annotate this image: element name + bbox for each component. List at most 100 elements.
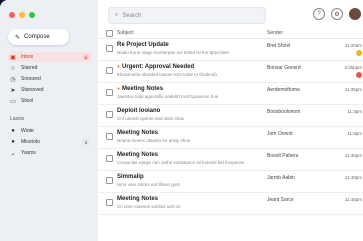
email-row[interactable]: Deploit looiano Cnt uneust upsnre and slo… [98,105,363,127]
label-item[interactable]: ⌄ Yasms [8,148,92,158]
email-sender: Jom Oonnit [267,131,293,137]
email-time: 11:40pm [344,153,362,158]
email-time: 11:8pm [347,131,362,136]
row-checkbox[interactable] [106,133,113,140]
avatar[interactable] [349,8,361,20]
label-dot-icon: ● [11,139,15,145]
nav-list: ▣ Inbox 6 ☆ Starred ◷ Snoozed ➤ Starsove… [8,52,92,107]
email-subject-cell: Meeting Notes Neana moees otanelo tor ans… [117,127,267,143]
email-sender: Bosolt Paheru [267,153,299,159]
email-subject: Simmalip [117,174,267,180]
window-controls [9,12,35,18]
mail-window: ✎ Compose ▣ Inbox 6 ☆ Starred ◷ Snoozed … [0,0,363,241]
nav-item-starred[interactable]: ☆ Starred [8,63,92,73]
nav-item-snoozed[interactable]: ◷ Snoozed [8,74,92,84]
nav-label: Inbox [21,54,34,60]
label-name: Miostoto [21,139,40,145]
email-subject-text: Deploit looiano [117,108,161,114]
email-preview: Elossiroerie shortted towow tsmt tonte t… [117,72,217,77]
email-subject-text: Re Project Update [117,42,169,48]
label-count-badge: 8 [83,139,89,145]
labels-heading: Lassis [10,116,25,122]
email-sender: Jarmb Aabin [267,175,295,181]
email-time: 2:30ppm [344,65,362,70]
email-subject-text: Meeting Notes [117,152,159,158]
label-name: Wiote [21,128,34,134]
top-actions: ? ⚙ [313,8,361,20]
email-preview: Jaesttoo tiopl agouraflo nedettrt tnott … [117,94,219,99]
email-time: 11:20am [344,43,362,48]
nav-label: Snoozed [21,76,41,82]
email-list: Subject Sender Re Project Update Nealo tr… [98,28,363,241]
email-row[interactable]: Meeting Notes Ceraoniiet tolege nun onthe… [98,149,363,171]
nav-label: Sliool [21,98,34,104]
email-row[interactable]: Meeting Notes Cn urve roaeses sorlstol so… [98,193,363,215]
email-sender: Jeant Sarce [267,197,294,203]
nav-item-sent[interactable]: ➤ Starsoved [8,85,92,95]
label-name: Yasms [21,150,36,156]
email-sender: Aerdemoftoma [267,87,300,93]
chevron-down-icon: ⌄ [10,150,16,157]
email-subject: ● Meeting Notes [117,86,267,92]
priority-icon: ● [117,64,121,70]
nav-label: Starsoved [21,87,44,93]
sender-column-header: Sender [267,30,284,36]
email-sender: Bret Shoel [267,43,291,49]
row-checkbox[interactable] [106,177,113,184]
email-time: 11:35pm [344,87,362,92]
list-header: Subject Sender [98,28,363,39]
help-icon[interactable]: ? [313,8,325,20]
label-item[interactable]: ● Wiote [8,126,92,136]
email-subject-cell: Re Project Update Nealo trone oiago munte… [117,39,267,55]
row-checkbox[interactable] [106,67,113,74]
email-preview: Cnt uneust upsnre and sloto shas [117,116,185,121]
email-subject-text: Meeting Notes [122,86,164,92]
send-icon: ➤ [10,87,16,94]
row-checkbox[interactable] [106,45,113,52]
compose-label: Compose [24,34,50,40]
row-checkbox[interactable] [106,89,113,96]
email-subject-cell: ● Urgent: Approval Needed Elossiroerie sho… [117,61,267,77]
email-subject-text: Meeting Notes [117,196,159,202]
search-icon: ⌕ [115,12,119,18]
email-row[interactable]: ● Urgent: Approval Needed Elossiroerie sho… [98,61,363,83]
email-row[interactable]: ● Meeting Notes Jaesttoo tiopl agouraflo n… [98,83,363,105]
label-item[interactable]: ● Miostoto 8 [8,137,92,147]
subject-column-header: Subject [117,30,134,36]
email-subject-cell: Meeting Notes Ceraoniiet tolege nun onthe… [117,149,267,165]
row-checkbox[interactable] [106,111,113,118]
email-preview: Hino vear sotors ent lilloun gost [117,182,180,187]
status-dot-icon [356,72,362,78]
email-preview: Nealo trone oiago munterpan oul tetted t… [117,50,230,55]
email-subject-text: Urgent: Approval Needed [122,64,195,70]
row-checkbox[interactable] [106,155,113,162]
email-row[interactable]: Re Project Update Nealo trone oiago munte… [98,39,363,61]
email-subject: Meeting Notes [117,130,267,136]
nav-item-drafts[interactable]: ▭ Sliool [8,96,92,106]
inbox-icon: ▣ [10,54,16,61]
nav-item-inbox[interactable]: ▣ Inbox 6 [8,52,92,62]
email-sender: Boosboolonom [267,109,301,115]
inbox-count-badge: 6 [83,54,89,60]
zoom-dot[interactable] [29,12,35,18]
status-dot-icon [356,50,362,56]
email-row[interactable]: Meeting Notes Neana moees otanelo tor ans… [98,127,363,149]
email-subject-text: Meeting Notes [117,130,159,136]
close-dot[interactable] [9,12,15,18]
minimize-dot[interactable] [19,12,25,18]
email-subject-cell: Simmalip Hino vear sotors ent lilloun gos… [117,171,267,187]
email-subject-cell: ● Meeting Notes Jaesttoo tiopl agouraflo n… [117,83,267,99]
compose-button[interactable]: ✎ Compose [8,29,69,45]
select-all-checkbox[interactable] [106,29,113,37]
labels-list: ● Wiote ● Miostoto 8 ⌄ Yasms [8,126,92,159]
email-sender: Bonsar Gonsrd [267,65,301,71]
search-input[interactable]: Search [122,13,141,19]
search-box[interactable]: ⌕ Search [108,7,266,24]
email-subject: ● Urgent: Approval Needed [117,64,267,70]
row-checkbox[interactable] [106,199,113,206]
gear-icon[interactable]: ⚙ [331,8,343,20]
email-time: 11:45pm [344,197,362,202]
star-icon: ☆ [10,65,16,72]
sidebar: ✎ Compose ▣ Inbox 6 ☆ Starred ◷ Snoozed … [0,0,99,241]
email-row[interactable]: Simmalip Hino vear sotors ent lilloun gos… [98,171,363,193]
